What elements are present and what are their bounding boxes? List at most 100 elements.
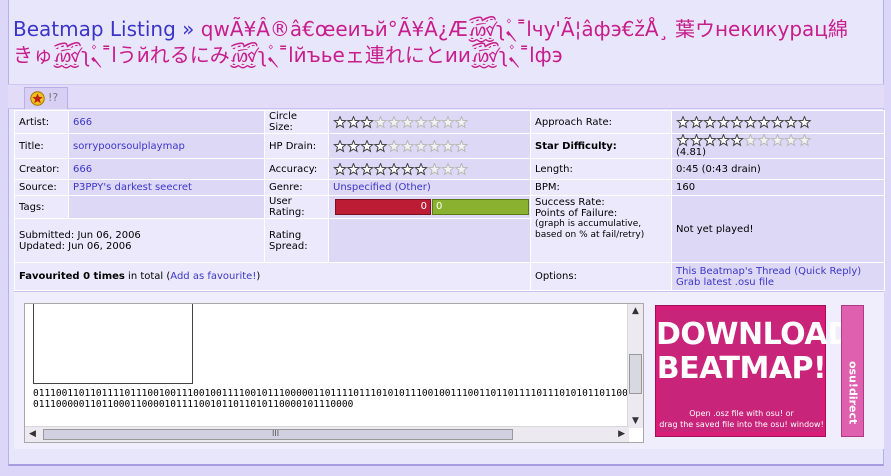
star-filled-icon: [729, 134, 745, 147]
star-filled-icon: [359, 115, 375, 128]
scroll-down-arrow-icon[interactable]: ▼: [632, 416, 639, 426]
star-filled-icon: [359, 162, 375, 175]
submitted-date: Jun 06, 2006: [77, 229, 141, 241]
updated-date: Jun 06, 2006: [68, 240, 132, 252]
star-difficulty-value: (4.81): [676, 147, 707, 158]
artist-link[interactable]: 666: [73, 117, 92, 128]
scroll-right-arrow-icon[interactable]: ▶: [618, 429, 625, 439]
vertical-scrollbar[interactable]: ▲ ▼: [627, 304, 643, 428]
beatmap-info-table: Artist: 666 Circle Size: Approach Rate: …: [14, 110, 885, 291]
difficulty-tab-bar: !?: [8, 84, 884, 109]
points-of-failure-label: Points of Failure:: [535, 208, 618, 219]
star-filled-icon: [729, 115, 745, 128]
star-empty-icon: [413, 115, 429, 128]
star-empty-icon: [756, 134, 772, 147]
star-empty-icon: [386, 139, 402, 152]
horizontal-scrollbar[interactable]: ◀ III ▶: [25, 426, 629, 442]
star-filled-icon: [346, 162, 361, 175]
preview-binary-text: 0111001101101111011100100111001001111001…: [33, 388, 628, 410]
rating-positive: 0: [432, 199, 529, 215]
star-empty-icon: [427, 162, 442, 175]
star-filled-icon: [413, 162, 429, 175]
star-filled-icon: [797, 115, 812, 128]
add-favourite-link[interactable]: Add as favourite!: [170, 271, 256, 282]
scroll-left-arrow-icon[interactable]: ◀: [29, 429, 36, 439]
vertical-scroll-thumb[interactable]: [629, 354, 642, 394]
star-filled-icon: [333, 162, 348, 175]
bpm-label: BPM:: [530, 179, 672, 196]
star-empty-icon: [797, 134, 812, 147]
title-link[interactable]: sorrypoorsoulplaymap: [73, 141, 185, 152]
length-value: 0:45 (0:43 drain): [671, 158, 885, 180]
horizontal-scroll-thumb[interactable]: III: [43, 429, 513, 440]
star-filled-icon: [770, 115, 785, 128]
download-beatmap-button[interactable]: DOWNLOAD BEATMAP! Open .osz file with os…: [655, 305, 852, 437]
star-filled-icon: [716, 115, 731, 128]
star-filled-icon: [386, 162, 402, 175]
star-rating-row: [333, 115, 469, 128]
star-filled-icon: [400, 162, 415, 175]
star-empty-icon: [413, 139, 429, 152]
page-title: Beatmap Listing » qwÃ¥Â®â€œeиъй°Ã¥Â¿Æ꫞ʅ۫…: [13, 16, 873, 68]
hp-drain-label: HP Drain:: [264, 133, 329, 159]
rating-spread-label: Rating Spread:: [269, 229, 308, 252]
preview-panel: 0111001101101111011100100111001001111001…: [24, 303, 644, 443]
beatmap-thread-link[interactable]: This Beatmap's Thread: [676, 266, 791, 277]
star-filled-icon: [702, 115, 718, 128]
star-empty-icon: [783, 134, 799, 147]
quick-reply-link[interactable]: (Quick Reply): [794, 266, 861, 277]
star-filled-icon: [346, 115, 361, 128]
star-rating-row: [676, 134, 812, 147]
star-empty-icon: [743, 134, 758, 147]
star-filled-icon: [359, 139, 375, 152]
circle-size-stars: [333, 115, 473, 129]
user-rating-label: User Rating:: [264, 195, 329, 219]
accuracy-stars: [333, 162, 473, 176]
favourite-count: Favourited 0 times: [19, 271, 125, 282]
grab-osu-file-link[interactable]: Grab latest .osu file: [676, 277, 774, 288]
star-empty-icon: [373, 115, 388, 128]
osu-direct-label: osu!direct: [846, 361, 860, 425]
star-filled-icon: [373, 139, 388, 152]
updated-label: Updated:: [19, 240, 65, 252]
star-filled-icon: [783, 115, 799, 128]
hp-drain-stars: [333, 139, 473, 153]
star-difficulty-stars: [676, 134, 816, 147]
not-yet-played: Not yet played!: [671, 195, 885, 263]
star-empty-icon: [770, 134, 785, 147]
scroll-up-arrow-icon[interactable]: ▲: [632, 306, 639, 316]
tags-value: [68, 195, 265, 219]
star-rating-row: [333, 162, 469, 175]
star-empty-icon: [454, 139, 469, 152]
star-rating-row: [676, 115, 812, 128]
source-label: Source:: [14, 179, 69, 196]
preview-frame: [33, 304, 193, 384]
difficulty-tab-label: !?: [48, 91, 59, 104]
osu-direct-button[interactable]: osu!direct: [841, 305, 864, 437]
star-empty-icon: [400, 139, 415, 152]
submitted-label: Submitted:: [19, 229, 75, 241]
star-filled-icon: [743, 115, 758, 128]
approach-rate-stars: [676, 115, 816, 129]
star-badge-icon: [30, 91, 45, 106]
preview-section: 0111001101101111011100100111001001111001…: [14, 291, 884, 449]
approach-rate-label: Approach Rate:: [530, 110, 672, 134]
rating-negative: 0: [335, 199, 431, 215]
star-difficulty-label: Star Difficulty:: [530, 133, 672, 159]
title-label: Title:: [14, 133, 69, 159]
genre-link[interactable]: Unspecified (Other): [333, 182, 431, 193]
star-empty-icon: [440, 139, 456, 152]
bpm-value: 160: [671, 179, 885, 196]
star-filled-icon: [333, 115, 348, 128]
difficulty-tab[interactable]: !?: [24, 87, 68, 109]
star-empty-icon: [427, 139, 442, 152]
star-empty-icon: [386, 115, 402, 128]
user-rating-bar: 0 0: [333, 199, 529, 215]
success-rate-label: Success Rate:: [535, 197, 605, 208]
star-empty-icon: [454, 115, 469, 128]
star-filled-icon: [333, 139, 348, 152]
star-filled-icon: [756, 115, 772, 128]
source-link[interactable]: P3PPY's darkest seecret: [73, 182, 192, 193]
creator-link[interactable]: 666: [73, 164, 92, 175]
page-title-prefix: Beatmap Listing »: [13, 17, 195, 41]
